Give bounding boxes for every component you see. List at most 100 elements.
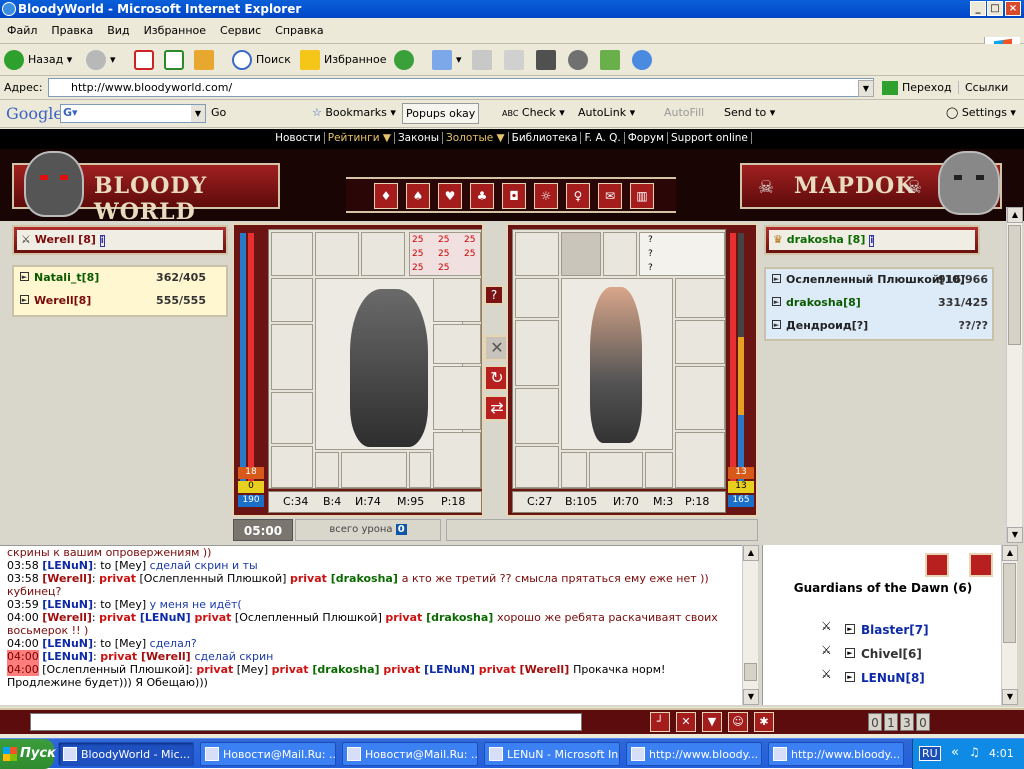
volume-icon[interactable]: ♫: [969, 745, 980, 759]
amulet-slot[interactable]: [433, 278, 481, 322]
address-dropdown-icon[interactable]: ▼: [858, 80, 874, 97]
chat-filter-button[interactable]: ▼: [702, 712, 722, 732]
scroll-up-icon[interactable]: ▲: [1007, 207, 1023, 223]
chat-clear-button[interactable]: ✕: [676, 712, 696, 732]
ring-slot[interactable]: [409, 452, 431, 488]
favorites-button[interactable]: Избранное: [300, 48, 386, 72]
taskbar-item[interactable]: LENuN - Microsoft In...: [484, 742, 620, 766]
contacts-button[interactable]: [632, 48, 656, 72]
nav-hand-button[interactable]: ☼: [534, 183, 558, 209]
belt-slot[interactable]: [341, 452, 407, 488]
nav-info-button[interactable]: ◘: [502, 183, 526, 209]
nav-library[interactable]: Библиотека: [508, 132, 582, 144]
tray-expand-icon[interactable]: «: [951, 745, 959, 760]
chat-fragment[interactable]: [LENuN]: [42, 559, 93, 572]
bracers-slot[interactable]: [515, 278, 559, 318]
bow-slot[interactable]: [515, 232, 559, 276]
taskbar-item[interactable]: Новости@Mail.Ru: ...: [200, 742, 336, 766]
crossbow-slot[interactable]: [271, 232, 313, 276]
autolink-button[interactable]: AutoLink ▾: [578, 106, 635, 119]
chat-fragment[interactable]: [Werell]: [137, 650, 194, 663]
axe-slot[interactable]: [271, 324, 313, 390]
nav-forum[interactable]: Форум: [624, 132, 669, 144]
stop-button[interactable]: [134, 48, 158, 72]
chat-fragment[interactable]: [Werell]: [516, 663, 573, 676]
chat-fragment[interactable]: [LENuN]: [42, 598, 93, 611]
menu-edit[interactable]: Правка: [44, 18, 100, 37]
nav-building-button[interactable]: ▥: [630, 183, 654, 209]
popups-button[interactable]: Popups okay: [402, 103, 480, 124]
amulet-slot[interactable]: [675, 278, 725, 318]
taskbar-item[interactable]: Новости@Mail.Ru: ...: [342, 742, 478, 766]
helmet-slot[interactable]: [361, 232, 405, 276]
close-button[interactable]: ×: [1005, 1, 1021, 16]
bookmarks-button[interactable]: ☆ Bookmarks ▾: [312, 106, 396, 119]
scroll-thumb[interactable]: [744, 663, 757, 681]
help-button[interactable]: ?: [484, 285, 504, 305]
start-button[interactable]: Пуск: [0, 739, 56, 769]
check-button[interactable]: ABC Check ▾: [502, 106, 565, 119]
minimize-button[interactable]: _: [970, 1, 986, 16]
cloak-slot[interactable]: [433, 432, 481, 488]
bolts-slot[interactable]: [315, 232, 359, 276]
taskbar-item[interactable]: http://www.bloody...: [768, 742, 904, 766]
chat-fragment[interactable]: [LENuN]: [420, 663, 478, 676]
google-dropdown-icon[interactable]: ▼: [191, 105, 205, 122]
scroll-up-icon[interactable]: ▲: [743, 545, 759, 561]
search-button[interactable]: Поиск: [232, 48, 291, 72]
chat-fragment[interactable]: [LENuN]: [42, 637, 93, 650]
menu-tools[interactable]: Сервис: [213, 18, 268, 37]
right-team-row[interactable]: ► drakosha[8] 331/425: [766, 292, 992, 315]
sendto-button[interactable]: Send to ▾: [724, 106, 775, 119]
back-button[interactable]: Назад ▾: [4, 48, 72, 72]
menu-file[interactable]: Файл: [0, 18, 44, 37]
menu-view[interactable]: Вид: [100, 18, 136, 37]
go-button[interactable]: Переход: [882, 81, 952, 95]
settings-button[interactable]: ◯ Settings ▾: [946, 106, 1016, 119]
cloak-slot[interactable]: [675, 432, 725, 488]
menu-help[interactable]: Справка: [268, 18, 330, 37]
chat-fragment[interactable]: [Werell]: [42, 611, 92, 624]
chat-send-button[interactable]: ┘: [650, 712, 670, 732]
chat-smiles-button[interactable]: ☺: [728, 712, 748, 732]
taskbar-item[interactable]: http://www.bloody...: [626, 742, 762, 766]
sword-slot[interactable]: [515, 320, 559, 386]
bracers-slot[interactable]: [271, 278, 313, 322]
menu-favorites[interactable]: Избранное: [137, 18, 213, 37]
chat-fragment[interactable]: [drakosha]: [422, 611, 497, 624]
left-team-row[interactable]: ► Werell[8] 555/555: [14, 290, 226, 313]
research-button[interactable]: [600, 48, 624, 72]
ring-slot[interactable]: [561, 452, 587, 488]
nav-char-button[interactable]: ♠: [406, 183, 430, 209]
empty-weapon-slot[interactable]: [561, 232, 601, 276]
gloves-slot[interactable]: [675, 320, 725, 364]
info-icon[interactable]: i: [99, 235, 105, 247]
right-player-name-box[interactable]: ♛ drakosha [8] i: [769, 230, 975, 250]
left-player-name-box[interactable]: ⚔ Werell [8] i: [17, 230, 223, 250]
history-button[interactable]: [394, 48, 418, 72]
nav-ratings[interactable]: Рейтинги ▼: [324, 132, 395, 144]
nav-ring-button[interactable]: ♣: [470, 183, 494, 209]
scroll-down-icon[interactable]: ▼: [1002, 689, 1018, 705]
armor-slot[interactable]: [271, 392, 313, 444]
nav-news[interactable]: Новости: [272, 132, 325, 144]
discuss-button[interactable]: [536, 48, 560, 72]
guild-flag-button[interactable]: [969, 553, 993, 577]
spear-slot[interactable]: [675, 366, 725, 430]
chat-scrollbar[interactable]: ▲ ▼: [742, 545, 759, 705]
autofill-button[interactable]: AutoFill: [664, 106, 704, 119]
nav-laws[interactable]: Законы: [394, 132, 444, 144]
scroll-down-icon[interactable]: ▼: [743, 689, 759, 705]
nav-mail-button[interactable]: ✉: [598, 183, 622, 209]
page-scrollbar[interactable]: ▲ ▼: [1006, 207, 1023, 543]
guild-scrollbar[interactable]: ▲ ▼: [1001, 545, 1018, 705]
taskbar-item[interactable]: BloodyWorld - Mic...: [58, 742, 194, 766]
scroll-thumb[interactable]: [1008, 225, 1021, 345]
chat-fragment[interactable]: [drakosha]: [327, 572, 402, 585]
forward-button[interactable]: ▾: [86, 48, 116, 72]
left-team-row[interactable]: ► Natali_t[8] 362/405: [14, 267, 226, 290]
mail-button[interactable]: ▾: [432, 48, 462, 72]
chat-fragment[interactable]: [LENuN]: [42, 650, 93, 663]
nav-support[interactable]: Support online: [668, 132, 752, 144]
home-button[interactable]: [194, 48, 218, 72]
